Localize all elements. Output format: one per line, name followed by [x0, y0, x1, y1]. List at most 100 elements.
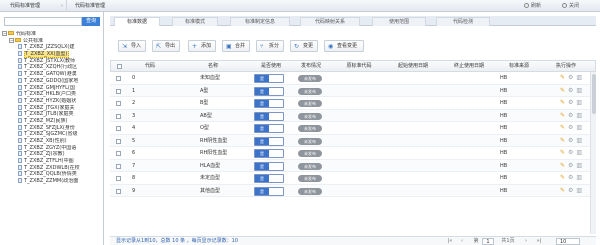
- row-checkbox[interactable]: [116, 138, 121, 144]
- gear-icon[interactable]: ⚙: [568, 162, 573, 169]
- tree-node-item[interactable]: T_ZXBZ_ZJ(宗教): [2, 151, 102, 158]
- scrollbar-thumb[interactable]: [592, 74, 596, 114]
- merge-button[interactable]: ▣ 合并: [222, 40, 250, 52]
- table-row[interactable]: 5 RH阴性血型 是 未发布 HB ✎ ⚙ ▥: [110, 134, 596, 147]
- edit-icon[interactable]: ✎: [560, 124, 565, 131]
- chart-icon[interactable]: ▥: [576, 187, 582, 194]
- in-use-toggle[interactable]: 是: [254, 161, 284, 171]
- add-button[interactable]: + 添加: [188, 40, 216, 52]
- in-use-toggle[interactable]: 是: [254, 86, 284, 96]
- split-button[interactable]: ⑂ 拆分: [256, 40, 284, 52]
- import-button[interactable]: ⇲ 导入: [118, 40, 146, 52]
- row-checkbox[interactable]: [116, 113, 121, 119]
- row-checkbox[interactable]: [116, 176, 121, 181]
- table-row[interactable]: 1 A型 是 未发布 HB ✎ ⚙ ▥: [110, 84, 596, 97]
- close-button[interactable]: 关闭: [562, 0, 579, 12]
- col-code[interactable]: 代码: [127, 61, 173, 72]
- tree-node-item[interactable]: T_ZXBZ_HYZK(婚姻状: [2, 97, 102, 105]
- first-page-button[interactable]: |«: [446, 238, 454, 245]
- gear-icon[interactable]: ⚙: [568, 137, 573, 144]
- tab-standard-data[interactable]: 标准数据: [114, 17, 160, 26]
- table-row[interactable]: 2 B型 是 未发布 HB ✎ ⚙ ▥: [110, 97, 596, 110]
- chart-icon[interactable]: ▥: [576, 124, 582, 131]
- edit-icon[interactable]: ✎: [560, 87, 565, 94]
- gear-icon[interactable]: ⚙: [568, 87, 573, 94]
- tree-node-item[interactable]: T_ZXBZ_GMJHYFL(国: [2, 84, 102, 92]
- in-use-toggle[interactable]: 是: [254, 99, 284, 108]
- table-row[interactable]: 8 未定血型 是 未发布 HB ✎ ⚙ ▥: [110, 172, 596, 185]
- tree-node-item[interactable]: T_ZXBZ_SFZJLX(身份: [2, 124, 102, 132]
- window-tab-2[interactable]: 代码标准管理: [66, 0, 136, 12]
- in-use-toggle[interactable]: 是: [254, 124, 284, 133]
- table-row[interactable]: 0 未知血型 是 未发布 HB ✎ ⚙ ▥: [110, 72, 596, 85]
- chart-icon[interactable]: ▥: [576, 74, 582, 81]
- tree-node-item[interactable]: T_ZXBZ_ZZMM(政治面: [2, 178, 102, 185]
- prev-page-button[interactable]: ‹: [458, 238, 466, 245]
- chart-icon[interactable]: ▥: [576, 162, 582, 169]
- tree-node-item[interactable]: T_ZXBZ_ZXDWLB(在校: [2, 164, 102, 172]
- tree-node-item[interactable]: T_ZXBZ_ZTFLH(中图: [2, 158, 102, 165]
- select-all-checkbox[interactable]: [117, 64, 122, 69]
- edit-icon[interactable]: ✎: [560, 174, 565, 181]
- page-input[interactable]: 1: [482, 238, 494, 245]
- col-in-use[interactable]: 是否使用: [253, 61, 289, 72]
- chart-icon[interactable]: ▥: [576, 99, 582, 106]
- table-row[interactable]: 9 其他血型 是 未发布 HB ✎ ⚙ ▥: [110, 184, 596, 197]
- tab-standard-info[interactable]: 标准制定信息: [230, 17, 290, 26]
- row-checkbox[interactable]: [116, 151, 121, 156]
- tree-node-item[interactable]: T_ZXBZ_GDDQ(国家地: [2, 77, 102, 85]
- window-tab-1[interactable]: 代码标准管理 ›: [2, 0, 66, 12]
- tree-node-item[interactable]: T_ZXBZ_SJGZMC(省级: [2, 131, 102, 138]
- tree-node-item[interactable]: T_ZXBZ_JSTXLX(教师: [2, 57, 102, 65]
- edit-icon[interactable]: ✎: [560, 137, 565, 144]
- tab-code-mapping[interactable]: 代码映射关系: [300, 17, 360, 26]
- tree-node-item[interactable]: T_ZXBZ_XZQH(行政区: [2, 64, 102, 71]
- last-page-button[interactable]: »|: [534, 238, 544, 245]
- in-use-toggle[interactable]: 是: [254, 136, 284, 146]
- tree-node-item[interactable]: T_ZXBZ_JZZSQLX(建: [2, 44, 102, 51]
- gear-icon[interactable]: ⚙: [568, 174, 573, 181]
- gear-icon[interactable]: ⚙: [568, 112, 573, 119]
- collapse-icon[interactable]: −: [2, 31, 7, 36]
- chart-icon[interactable]: ▥: [576, 149, 582, 156]
- tree-node-group[interactable]: − 公共标准: [2, 37, 102, 45]
- gear-icon[interactable]: ⚙: [568, 74, 573, 81]
- row-checkbox[interactable]: [116, 126, 121, 131]
- refresh-button[interactable]: 刷新: [524, 0, 541, 12]
- chart-icon[interactable]: ▥: [576, 87, 582, 94]
- table-row[interactable]: 3 AB型 是 未发布 HB ✎ ⚙ ▥: [110, 109, 596, 122]
- edit-icon[interactable]: ✎: [560, 149, 565, 156]
- tree-node-item[interactable]: T_ZXBZ_XB(性别): [2, 138, 102, 145]
- col-start-date[interactable]: 起始使用日期: [385, 61, 441, 72]
- tab-standard-schema[interactable]: 标准模式: [172, 17, 218, 26]
- tree-node-item[interactable]: T_ZXBZ_JTGX(家庭关: [2, 104, 102, 112]
- row-checkbox[interactable]: [116, 188, 121, 194]
- collapse-icon[interactable]: −: [9, 37, 14, 43]
- change-button[interactable]: ↻ 变更: [290, 40, 318, 52]
- table-row[interactable]: 4 O型 是 未发布 HB ✎ ⚙ ▥: [110, 122, 596, 135]
- chart-icon[interactable]: ▥: [576, 137, 582, 144]
- tree-search-input[interactable]: [4, 17, 82, 26]
- tree-node-item[interactable]: T_ZXBZ_MZ(民族): [2, 117, 102, 125]
- tree-node-item[interactable]: T_ZXBZ_GATQW(港澳: [2, 71, 102, 78]
- chart-icon[interactable]: ▥: [576, 112, 582, 119]
- col-source[interactable]: 标准来源: [497, 61, 541, 72]
- table-row[interactable]: 7 HLA血型 是 未发布 HB ✎ ⚙ ▥: [110, 159, 596, 172]
- col-orig-code[interactable]: 原标准代码: [333, 61, 385, 72]
- tree-node-root[interactable]: − 代码标准: [2, 31, 102, 38]
- edit-icon[interactable]: ✎: [560, 187, 565, 194]
- table-row[interactable]: 6 RH阳性血型 是 未发布 HB ✎ ⚙ ▥: [110, 147, 596, 160]
- tree-node-item[interactable]: T_ZXBZ_JTLB(家庭类: [2, 111, 102, 118]
- tab-code-check[interactable]: 代码检测: [436, 17, 490, 26]
- edit-icon[interactable]: ✎: [560, 99, 565, 106]
- tab-usage-scope[interactable]: 使用范围: [372, 17, 426, 26]
- page-size-select[interactable]: 10: [556, 238, 580, 245]
- row-checkbox[interactable]: [116, 163, 121, 169]
- chart-icon[interactable]: ▥: [576, 174, 582, 181]
- export-button[interactable]: ⇱ 导出: [152, 40, 180, 52]
- gear-icon[interactable]: ⚙: [568, 124, 573, 131]
- in-use-toggle[interactable]: 是: [254, 186, 284, 196]
- gear-icon[interactable]: ⚙: [568, 99, 573, 106]
- col-name[interactable]: 名称: [173, 61, 253, 72]
- tree-node-item[interactable]: T_ZXBZ_XX(血型): [2, 51, 102, 58]
